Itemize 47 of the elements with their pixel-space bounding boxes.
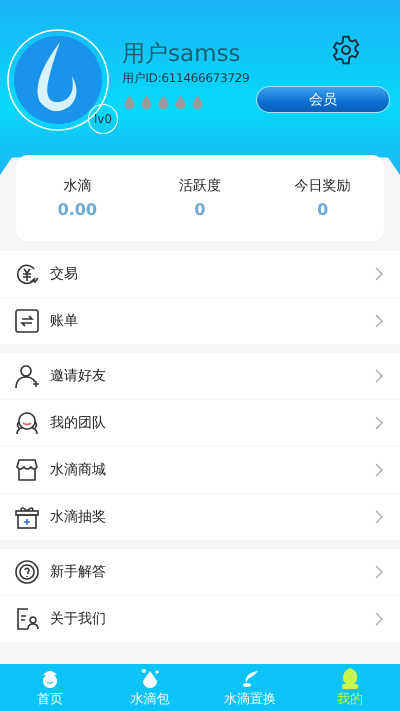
stat-value: 0 <box>317 200 328 219</box>
chevron-icon <box>374 463 384 477</box>
menu-item[interactable]: 水滴抽奖 <box>0 493 400 540</box>
drop-icon <box>190 93 205 112</box>
menu-item[interactable]: 新手解答 <box>0 549 400 595</box>
menu-item[interactable]: 关于我们 <box>0 595 400 642</box>
chevron-icon <box>374 565 384 579</box>
settings-icon[interactable] <box>330 34 362 66</box>
menu-item[interactable]: 交易 <box>0 251 400 297</box>
add-user-icon <box>14 363 40 389</box>
menu-label: 交易 <box>50 265 79 283</box>
menu-label: 新手解答 <box>50 563 107 581</box>
drop-icon <box>139 93 154 112</box>
menu-label: 邀请好友 <box>50 367 107 385</box>
drop-icon <box>156 93 171 112</box>
menu-label: 账单 <box>50 312 79 330</box>
user-name: 用户samss <box>122 40 240 68</box>
chevron-icon <box>374 369 384 383</box>
transfer-icon <box>14 308 40 334</box>
stat-value: 0 <box>194 200 206 219</box>
stat-label: 今日奖励 <box>294 177 351 195</box>
menu-item[interactable]: 水滴商城 <box>0 446 400 493</box>
menu-label: 关于我们 <box>50 610 107 628</box>
help-icon <box>14 559 40 585</box>
team-icon <box>14 410 40 436</box>
store-icon <box>14 457 40 483</box>
menu-label: 水滴商城 <box>50 461 107 479</box>
stat-value: 0.00 <box>58 200 98 219</box>
contact-card-icon <box>14 606 40 632</box>
menu-label: 我的团队 <box>50 414 107 432</box>
chevron-icon <box>374 612 384 626</box>
menu-item[interactable]: 账单 <box>0 297 400 344</box>
user-id: 用户ID:611466673729 <box>122 70 250 87</box>
member-button[interactable]: 会员 <box>256 86 390 113</box>
gift-icon <box>14 504 40 530</box>
drop-icon <box>122 93 137 112</box>
menu-item[interactable]: 我的团队 <box>0 399 400 446</box>
menu-label: 水滴抽奖 <box>50 508 107 526</box>
chevron-icon <box>374 314 384 328</box>
drop-icon <box>173 93 188 112</box>
chevron-icon <box>374 267 384 281</box>
menu-item[interactable]: 邀请好友 <box>0 353 400 399</box>
stat-label: 水滴 <box>63 177 92 195</box>
chevron-icon <box>374 416 384 430</box>
chevron-icon <box>374 510 384 524</box>
stat-label: 活跃度 <box>178 177 221 195</box>
level-badge: lv0 <box>88 104 118 134</box>
